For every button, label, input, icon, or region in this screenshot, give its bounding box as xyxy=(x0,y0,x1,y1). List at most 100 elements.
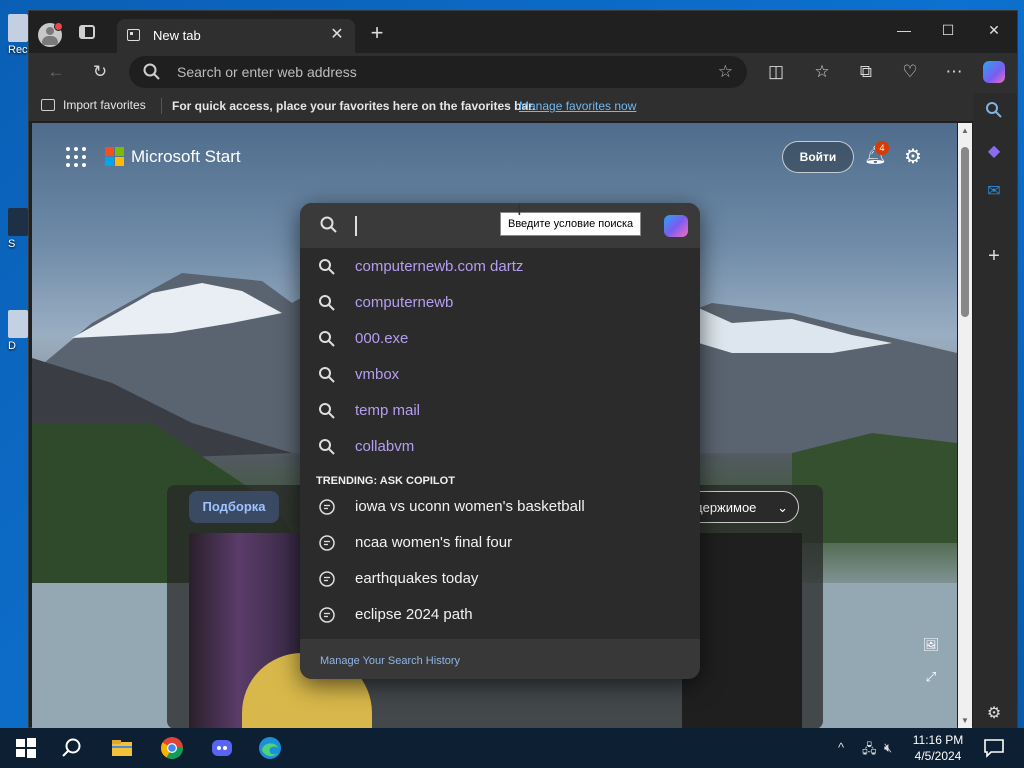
sidebar-search-icon[interactable] xyxy=(983,101,1005,123)
address-placeholder: Search or enter web address xyxy=(177,64,357,80)
show-hidden-icons-chevron-icon[interactable]: ^ xyxy=(838,740,844,755)
import-favorites-label: Import favorites xyxy=(63,98,146,112)
file-explorer-icon[interactable] xyxy=(110,736,134,760)
search-icon xyxy=(320,216,337,233)
volume-muted-icon[interactable]: 🔇︎ xyxy=(884,740,892,756)
suggestion-item[interactable]: collabvm xyxy=(300,429,700,465)
suggestion-item[interactable]: computernewb xyxy=(300,285,700,321)
suggestion-text: computernewb xyxy=(355,294,454,311)
manage-favorites-link[interactable]: Manage favorites now xyxy=(519,99,636,113)
search-suggestions-dropdown: computernewb.com dartz computernewb 000.… xyxy=(300,203,700,679)
chevron-down-icon: ⌄ xyxy=(777,500,788,515)
expand-icon[interactable]: ⤢ xyxy=(922,669,940,687)
copilot-icon[interactable] xyxy=(983,61,1005,83)
page-settings-gear-icon[interactable]: ⚙ xyxy=(904,144,926,168)
suggestion-text: 000.exe xyxy=(355,330,409,347)
favorites-icon[interactable]: ☆ xyxy=(811,61,833,83)
search-icon xyxy=(319,259,335,275)
scroll-up-icon[interactable]: ▲ xyxy=(961,127,969,135)
new-tab-button[interactable]: + xyxy=(367,22,387,44)
sidebar-add-icon[interactable]: + xyxy=(983,245,1005,267)
suggestion-text: computernewb.com dartz xyxy=(355,258,524,275)
sidebar-outlook-icon[interactable]: ✉ xyxy=(983,181,1005,203)
suggestion-item[interactable]: temp mail xyxy=(300,393,700,429)
close-window-button[interactable]: ✕ xyxy=(979,18,1009,42)
profile-notification-dot xyxy=(54,22,63,31)
desktop-icon-label: D xyxy=(8,340,16,352)
notification-center-icon[interactable] xyxy=(982,736,1006,760)
favorites-divider xyxy=(161,98,162,114)
taskbar: ^ 🖧 🔇︎ 11:16 PM 4/5/2024 xyxy=(0,728,1024,768)
edge-sidebar: ◆ ✉ + ⚙ xyxy=(973,93,1017,729)
search-icon xyxy=(143,63,160,80)
trending-item[interactable]: iowa vs uconn women's basketball xyxy=(300,489,700,525)
chat-bubble-icon xyxy=(319,571,335,587)
desktop-icon-shortcut-2[interactable]: D xyxy=(8,310,30,352)
scrollbar-thumb[interactable] xyxy=(961,147,969,317)
content-visibility-dropdown[interactable]: держимое ⌄ xyxy=(684,491,799,523)
trending-heading: TRENDING: ASK COPILOT xyxy=(316,475,455,487)
desktop-icon-shortcut[interactable]: S xyxy=(8,208,30,250)
feed-card-image-2[interactable] xyxy=(682,533,802,729)
refresh-icon[interactable]: ↻ xyxy=(89,61,111,83)
toolbar: ← ↻ Search or enter web address ☆ ◫ ☆ ⧉ … xyxy=(29,53,1017,91)
shortcut-icon xyxy=(8,310,28,338)
clock-date: 4/5/2024 xyxy=(914,749,962,763)
suggestion-item[interactable]: vmbox xyxy=(300,357,700,393)
split-screen-icon[interactable]: ◫ xyxy=(765,61,787,83)
suggestion-item[interactable]: 000.exe xyxy=(300,321,700,357)
collections-icon[interactable]: ⧉ xyxy=(855,61,877,83)
desktop-icon-recycle-bin[interactable]: Rec xyxy=(8,14,30,56)
minimize-button[interactable]: — xyxy=(889,18,919,42)
copilot-logo-icon[interactable] xyxy=(664,215,688,237)
suggestion-item[interactable]: computernewb.com dartz xyxy=(300,249,700,285)
suggestion-text: vmbox xyxy=(355,366,400,383)
browser-window: New tab ✕ + — ☐ ✕ ← ↻ Search or enter we… xyxy=(28,10,1018,729)
page-scrollbar[interactable]: ▲ ▼ xyxy=(958,123,972,729)
chrome-icon[interactable] xyxy=(160,736,184,760)
favorites-bar: Import favorites For quick access, place… xyxy=(29,91,1017,121)
search-icon xyxy=(319,331,335,347)
manage-search-history-link[interactable]: Manage Your Search History xyxy=(320,655,460,667)
profile-avatar-icon xyxy=(46,27,54,35)
chat-bubble-icon xyxy=(319,607,335,623)
address-bar[interactable]: Search or enter web address ☆ xyxy=(129,56,747,88)
apps-launcher-icon[interactable] xyxy=(66,147,86,167)
tab-actions-icon[interactable] xyxy=(79,25,95,39)
favorites-hint: For quick access, place your favorites h… xyxy=(172,99,536,113)
system-clock[interactable]: 11:16 PM 4/5/2024 xyxy=(908,732,968,764)
background-image-icon[interactable]: 🖼︎ xyxy=(922,637,940,655)
trending-item[interactable]: eclipse 2024 path xyxy=(300,597,700,633)
trending-text: earthquakes today xyxy=(355,570,479,587)
ms-start-brand[interactable]: Microsoft Start xyxy=(131,147,241,167)
edge-icon[interactable] xyxy=(258,736,282,760)
trending-item[interactable]: earthquakes today xyxy=(300,561,700,597)
microsoft-start-page: Microsoft Start Войти 🔔︎ 4 ⚙ Подборка де… xyxy=(32,123,957,729)
profile-button[interactable] xyxy=(38,22,63,47)
discord-icon[interactable] xyxy=(210,736,234,760)
more-menu-icon[interactable]: ⋯ xyxy=(943,61,965,83)
profile-avatar-body xyxy=(42,36,58,45)
sidebar-copilot-icon[interactable]: ◆ xyxy=(983,141,1005,163)
maximize-button[interactable]: ☐ xyxy=(933,18,963,42)
clock-time: 11:16 PM xyxy=(912,733,964,747)
back-icon[interactable]: ← xyxy=(45,61,67,83)
network-icon[interactable]: 🖧 xyxy=(862,740,877,762)
windows-start-icon[interactable] xyxy=(14,736,38,760)
microsoft-logo-icon xyxy=(105,147,125,167)
trending-item[interactable]: ncaa women's final four xyxy=(300,525,700,561)
browser-essentials-icon[interactable]: ♡ xyxy=(899,61,921,83)
tab-new-tab[interactable]: New tab ✕ xyxy=(117,19,355,53)
shortcut-icon xyxy=(8,208,28,236)
suggestion-text: collabvm xyxy=(355,438,415,455)
feed-tab-picks[interactable]: Подборка xyxy=(189,491,279,523)
add-favorite-icon[interactable]: ☆ xyxy=(718,62,733,82)
sidebar-settings-icon[interactable]: ⚙ xyxy=(983,703,1005,725)
tab-close-icon[interactable]: ✕ xyxy=(327,25,347,45)
scroll-down-icon[interactable]: ▼ xyxy=(961,717,969,725)
recycle-bin-icon xyxy=(8,14,28,42)
taskbar-search-icon[interactable] xyxy=(60,736,84,760)
search-icon xyxy=(319,439,335,455)
import-favorites-button[interactable]: Import favorites xyxy=(41,98,146,112)
sign-in-button[interactable]: Войти xyxy=(782,141,854,173)
